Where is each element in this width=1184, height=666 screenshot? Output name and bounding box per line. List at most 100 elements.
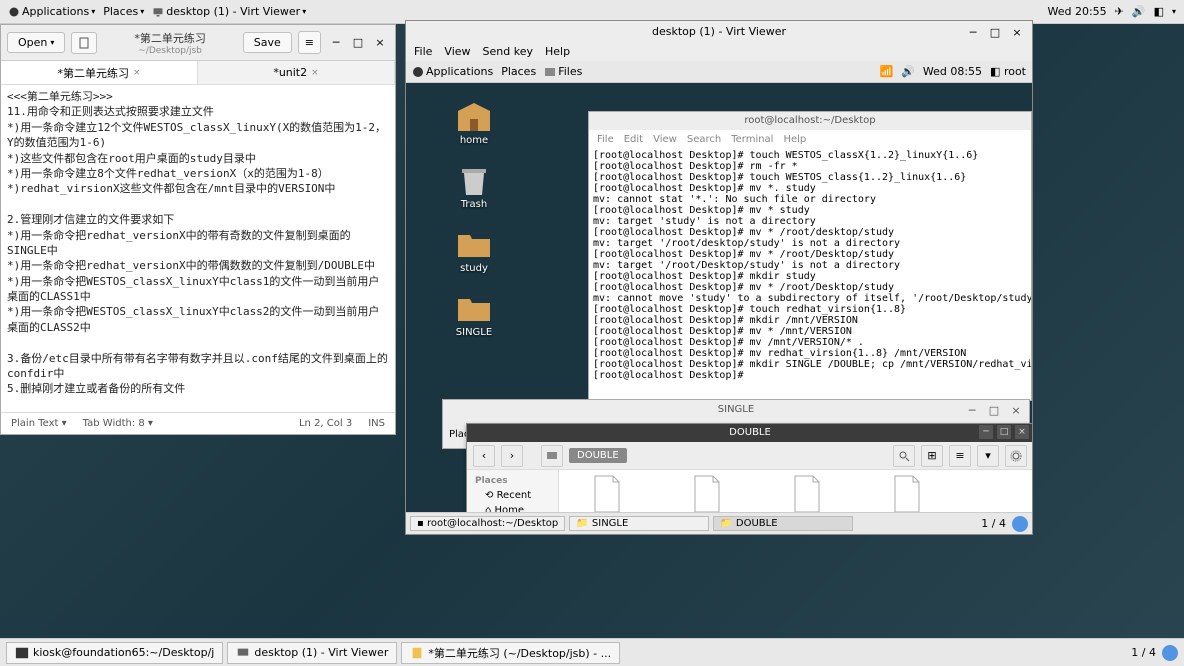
guest-places-menu[interactable]: Places bbox=[501, 65, 536, 78]
forward-button[interactable]: › bbox=[501, 445, 523, 467]
cursor-position: Ln 2, Col 3 bbox=[299, 418, 352, 429]
close-icon[interactable]: × bbox=[133, 68, 141, 78]
active-window-menu[interactable]: desktop (1) - Virt Viewer▾ bbox=[152, 5, 306, 18]
save-button[interactable]: Save bbox=[243, 32, 292, 53]
term-menu-file[interactable]: File bbox=[597, 134, 614, 145]
gear-icon bbox=[1010, 450, 1022, 462]
display-icon bbox=[236, 646, 250, 660]
files-single-titlebar[interactable]: SINGLE ─ □ × bbox=[443, 400, 1029, 420]
search-button[interactable] bbox=[893, 445, 915, 467]
minimize-button[interactable]: ─ bbox=[979, 425, 993, 439]
minimize-button[interactable]: ─ bbox=[964, 23, 982, 41]
tabwidth-selector[interactable]: Tab Width: 8 ▾ bbox=[83, 418, 153, 429]
term-menu-help[interactable]: Help bbox=[783, 134, 806, 145]
minimize-button[interactable]: ─ bbox=[327, 34, 345, 52]
volume-icon[interactable]: 🔊 bbox=[901, 65, 915, 78]
new-tab-button[interactable] bbox=[71, 32, 97, 54]
menu-sendkey[interactable]: Send key bbox=[483, 45, 533, 58]
sidebar-recent[interactable]: ⟲ Recent bbox=[471, 488, 554, 503]
guest-desktop[interactable]: home Trash study SINGLE root@localhost:~… bbox=[406, 83, 1032, 534]
term-menu-view[interactable]: View bbox=[653, 134, 677, 145]
clock[interactable]: Wed 20:55 bbox=[1047, 5, 1106, 18]
term-menu-search[interactable]: Search bbox=[687, 134, 721, 145]
home-folder-icon[interactable]: home bbox=[444, 101, 504, 146]
search-icon bbox=[898, 450, 910, 462]
workspace-switcher-icon[interactable] bbox=[1012, 516, 1028, 532]
guest-clock[interactable]: Wed 08:55 bbox=[923, 65, 982, 78]
close-icon[interactable]: × bbox=[311, 68, 319, 78]
single-folder-icon[interactable]: SINGLE bbox=[444, 293, 504, 338]
study-folder-icon[interactable]: study bbox=[444, 229, 504, 274]
task-gedit[interactable]: *第二单元练习 (~/Desktop/jsb) - ... bbox=[401, 642, 620, 664]
computer-button[interactable] bbox=[541, 445, 563, 467]
close-button[interactable]: × bbox=[1007, 402, 1025, 420]
task-virt-viewer[interactable]: desktop (1) - Virt Viewer bbox=[227, 642, 397, 664]
workspace-switcher-icon[interactable] bbox=[1162, 645, 1178, 661]
tab-2[interactable]: *unit2× bbox=[198, 61, 395, 84]
gedit-textarea[interactable]: <<<第二单元练习>>> 11.用命令和正则表达式按照要求建立文件 *)用一条命… bbox=[1, 85, 395, 412]
terminal-icon bbox=[15, 646, 29, 660]
folder-icon bbox=[456, 101, 492, 133]
volume-icon[interactable]: 🔊 bbox=[1132, 5, 1146, 18]
open-button[interactable]: Open ▾ bbox=[7, 32, 65, 53]
path-button[interactable]: DOUBLE bbox=[569, 448, 627, 463]
maximize-button[interactable]: □ bbox=[349, 34, 367, 52]
system-menu[interactable]: ▾ bbox=[1172, 7, 1176, 16]
menu-help[interactable]: Help bbox=[545, 45, 570, 58]
gear-button[interactable] bbox=[1005, 445, 1027, 467]
view-options-button[interactable]: ▾ bbox=[977, 445, 999, 467]
gnome-foot-icon bbox=[412, 66, 424, 78]
maximize-button[interactable]: □ bbox=[986, 23, 1004, 41]
grid-view-button[interactable]: ⊞ bbox=[921, 445, 943, 467]
guest-user-menu[interactable]: ◧ root bbox=[990, 65, 1026, 78]
virt-titlebar[interactable]: desktop (1) - Virt Viewer ─ □ × bbox=[406, 21, 1032, 41]
hamburger-button[interactable]: ≡ bbox=[298, 31, 321, 54]
menu-view[interactable]: View bbox=[444, 45, 470, 58]
guest-workspace[interactable]: 1 / 4 bbox=[981, 517, 1006, 530]
term-menu-terminal[interactable]: Terminal bbox=[731, 134, 773, 145]
guest-applications-menu[interactable]: Applications bbox=[412, 65, 493, 78]
close-button[interactable]: × bbox=[1015, 425, 1029, 439]
task-single[interactable]: 📁 SINGLE bbox=[569, 516, 709, 531]
places-header: Places bbox=[471, 474, 554, 488]
folder-icon bbox=[456, 293, 492, 325]
terminal-body[interactable]: [root@localhost Desktop]# touch WESTOS_c… bbox=[589, 148, 1031, 400]
applications-menu[interactable]: Applications▾ bbox=[8, 5, 95, 18]
gnome-foot-icon bbox=[8, 6, 20, 18]
tab-1[interactable]: *第二单元练习× bbox=[1, 61, 198, 84]
file-icon bbox=[591, 474, 623, 514]
display-icon bbox=[152, 6, 164, 18]
guest-topbar: Applications Places Files 📶 🔊 Wed 08:55 … bbox=[406, 61, 1032, 83]
back-button[interactable]: ‹ bbox=[473, 445, 495, 467]
trash-icon[interactable]: Trash bbox=[444, 165, 504, 210]
network-icon[interactable]: 📶 bbox=[879, 65, 893, 78]
task-terminal[interactable]: ▪ root@localhost:~/Desktop bbox=[410, 516, 565, 531]
term-menu-edit[interactable]: Edit bbox=[624, 134, 643, 145]
files-icon bbox=[544, 66, 556, 78]
menu-file[interactable]: File bbox=[414, 45, 432, 58]
file-icon bbox=[791, 474, 823, 514]
file-icon bbox=[891, 474, 923, 514]
minimize-button[interactable]: ─ bbox=[963, 402, 981, 420]
files-double-titlebar[interactable]: DOUBLE ─ □ × bbox=[467, 424, 1032, 442]
battery-icon[interactable]: ◧ bbox=[1154, 5, 1164, 18]
maximize-button[interactable]: □ bbox=[985, 402, 1003, 420]
terminal-titlebar[interactable]: root@localhost:~/Desktop bbox=[589, 112, 1031, 130]
host-workspace[interactable]: 1 / 4 bbox=[1131, 646, 1156, 659]
lang-selector[interactable]: Plain Text ▾ bbox=[11, 418, 67, 429]
host-bottom-panel: kiosk@foundation65:~/Desktop/j desktop (… bbox=[0, 638, 1184, 666]
terminal-window: root@localhost:~/Desktop File Edit View … bbox=[588, 111, 1032, 401]
close-button[interactable]: × bbox=[1008, 23, 1026, 41]
new-doc-icon bbox=[78, 37, 90, 49]
trash-svg-icon bbox=[456, 165, 492, 197]
airplane-icon[interactable]: ✈ bbox=[1115, 5, 1124, 18]
guest-files-menu[interactable]: Files bbox=[544, 65, 582, 78]
task-kiosk-terminal[interactable]: kiosk@foundation65:~/Desktop/j bbox=[6, 642, 223, 664]
computer-icon bbox=[546, 450, 558, 462]
task-double[interactable]: 📁 DOUBLE bbox=[713, 516, 853, 531]
folder-icon bbox=[456, 229, 492, 261]
places-menu[interactable]: Places▾ bbox=[103, 5, 144, 18]
close-button[interactable]: × bbox=[371, 34, 389, 52]
list-view-button[interactable]: ≡ bbox=[949, 445, 971, 467]
maximize-button[interactable]: □ bbox=[997, 425, 1011, 439]
